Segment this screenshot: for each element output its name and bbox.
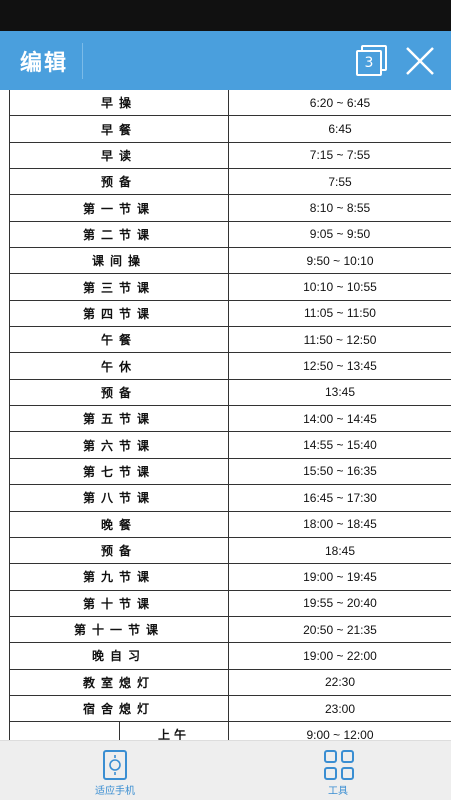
activity-cell: 早读 (10, 142, 229, 169)
activity-cell: 第十一节课 (10, 616, 229, 643)
activity-cell: 第六节课 (10, 432, 229, 458)
activity-cell: 午休 (10, 353, 229, 379)
activity-cell: 上午 (120, 722, 229, 740)
document-view[interactable]: 早操 6:20 ~ 6:45 早餐 6:45 早读 7:15 ~ 7:55 预备 7:55 第一… (0, 90, 451, 740)
time-cell: 20:50 ~ 21:35 (303, 622, 377, 637)
time-cell: 23:00 (324, 701, 356, 716)
time-cell: 9:00 ~ 12:00 (306, 727, 374, 740)
table-row: 第六节课 14:55 ~ 15:40 (9, 432, 451, 459)
activity-cell: 第二节课 (10, 221, 229, 248)
fit-phone-icon (103, 750, 127, 780)
status-bar (0, 0, 451, 31)
table-row: 午餐 11:50 ~ 12:50 (9, 327, 451, 354)
table-row: 早餐 6:45 (9, 116, 451, 143)
activity-cell: 第三节课 (10, 274, 229, 300)
app-bar-divider (82, 43, 83, 79)
fit-phone-label: 适应手机 (95, 786, 135, 797)
time-cell: 10:10 ~ 10:55 (303, 280, 377, 295)
time-cell: 15:50 ~ 16:35 (303, 464, 377, 479)
time-cell: 11:50 ~ 12:50 (303, 332, 377, 347)
time-cell: 7:55 (328, 174, 352, 189)
time-cell: 6:45 (328, 122, 352, 137)
time-cell: 16:45 ~ 17:30 (303, 490, 377, 505)
time-cell: 14:55 ~ 15:40 (303, 438, 377, 453)
table-row: 上午 9:00 ~ 12:00 (9, 722, 451, 740)
table-row: 教室熄灯 22:30 (9, 669, 451, 696)
table-row: 预备 13:45 (9, 379, 451, 407)
page-title: 编辑 (20, 51, 69, 76)
activity-cell: 第八节课 (10, 485, 229, 511)
table-row: 课间操 9:50 ~ 10:10 (9, 248, 451, 275)
activity-cell: 预备 (10, 537, 229, 564)
time-cell: 19:00 ~ 19:45 (303, 569, 377, 584)
activity-cell: 教室熄灯 (10, 669, 229, 695)
table-row: 第十一节课 20:50 ~ 21:35 (9, 616, 451, 644)
table-row: 午休 12:50 ~ 13:45 (9, 353, 451, 380)
activity-cell: 课间操 (10, 248, 229, 274)
bottom-toolbar: 适应手机 工具 (0, 740, 451, 800)
activity-cell: 早操 (10, 90, 229, 116)
time-cell: 14:00 ~ 14:45 (303, 411, 377, 426)
time-cell: 19:55 ~ 20:40 (303, 596, 377, 611)
activity-cell: 第七节课 (10, 458, 229, 485)
time-cell: 13:45 (324, 385, 356, 400)
time-cell: 9:50 ~ 10:10 (306, 253, 374, 268)
table-row: 早读 7:15 ~ 7:55 (9, 142, 451, 170)
close-icon[interactable] (404, 45, 436, 77)
table-row: 第八节课 16:45 ~ 17:30 (9, 485, 451, 512)
activity-cell: 第五节课 (10, 406, 229, 432)
activity-cell: 晚自习 (10, 643, 229, 669)
activity-cell: 第十节课 (10, 590, 229, 616)
time-cell: 19:00 ~ 22:00 (303, 648, 377, 663)
app-bar: 编辑 3 (0, 31, 451, 90)
time-cell: 22:30 (324, 675, 356, 690)
fit-phone-button[interactable]: 适应手机 (60, 747, 170, 799)
activity-cell: 宿舍熄灯 (10, 695, 229, 722)
tools-button[interactable]: 工具 (283, 747, 393, 799)
table-row: 第一节课 8:10 ~ 8:55 (9, 195, 451, 222)
time-cell: 6:20 ~ 6:45 (309, 95, 371, 110)
activity-cell: 第四节课 (10, 300, 229, 327)
activity-cell: 第九节课 (10, 564, 229, 590)
page-count-badge: 3 (356, 50, 382, 76)
table-row: 第十节课 19:55 ~ 20:40 (9, 590, 451, 617)
time-cell: 7:15 ~ 7:55 (309, 148, 371, 163)
table-row: 第三节课 10:10 ~ 10:55 (9, 274, 451, 301)
time-cell: 12:50 ~ 13:45 (303, 359, 377, 374)
table-row: 预备 7:55 (9, 169, 451, 196)
schedule-table: 早操 6:20 ~ 6:45 早餐 6:45 早读 7:15 ~ 7:55 预备 7:55 第一… (9, 90, 451, 740)
activity-cell: 午餐 (10, 327, 229, 353)
table-row: 预备 18:45 (9, 537, 451, 565)
table-row: 早操 6:20 ~ 6:45 (9, 90, 451, 117)
time-cell: 18:45 (324, 543, 356, 558)
tools-label: 工具 (328, 786, 348, 797)
table-row: 晚餐 18:00 ~ 18:45 (9, 511, 451, 538)
activity-cell: 晚餐 (10, 511, 229, 537)
table-row: 第二节课 9:05 ~ 9:50 (9, 221, 451, 249)
tools-grid-icon (324, 750, 354, 780)
table-row: 第七节课 15:50 ~ 16:35 (9, 458, 451, 486)
merged-label-cell (10, 722, 120, 740)
activity-cell: 第一节课 (10, 195, 229, 221)
activity-cell: 预备 (10, 169, 229, 195)
pages-button[interactable]: 3 (352, 43, 392, 79)
table-row: 第五节课 14:00 ~ 14:45 (9, 406, 451, 433)
table-row: 第九节课 19:00 ~ 19:45 (9, 564, 451, 591)
time-cell: 9:05 ~ 9:50 (309, 227, 371, 242)
table-row: 晚自习 19:00 ~ 22:00 (9, 643, 451, 670)
table-row: 宿舍熄灯 23:00 (9, 695, 451, 723)
time-cell: 8:10 ~ 8:55 (309, 201, 371, 216)
time-cell: 18:00 ~ 18:45 (303, 517, 377, 532)
activity-cell: 预备 (10, 379, 229, 406)
table-row: 第四节课 11:05 ~ 11:50 (9, 300, 451, 328)
time-cell: 11:05 ~ 11:50 (304, 306, 376, 321)
activity-cell: 早餐 (10, 116, 229, 142)
